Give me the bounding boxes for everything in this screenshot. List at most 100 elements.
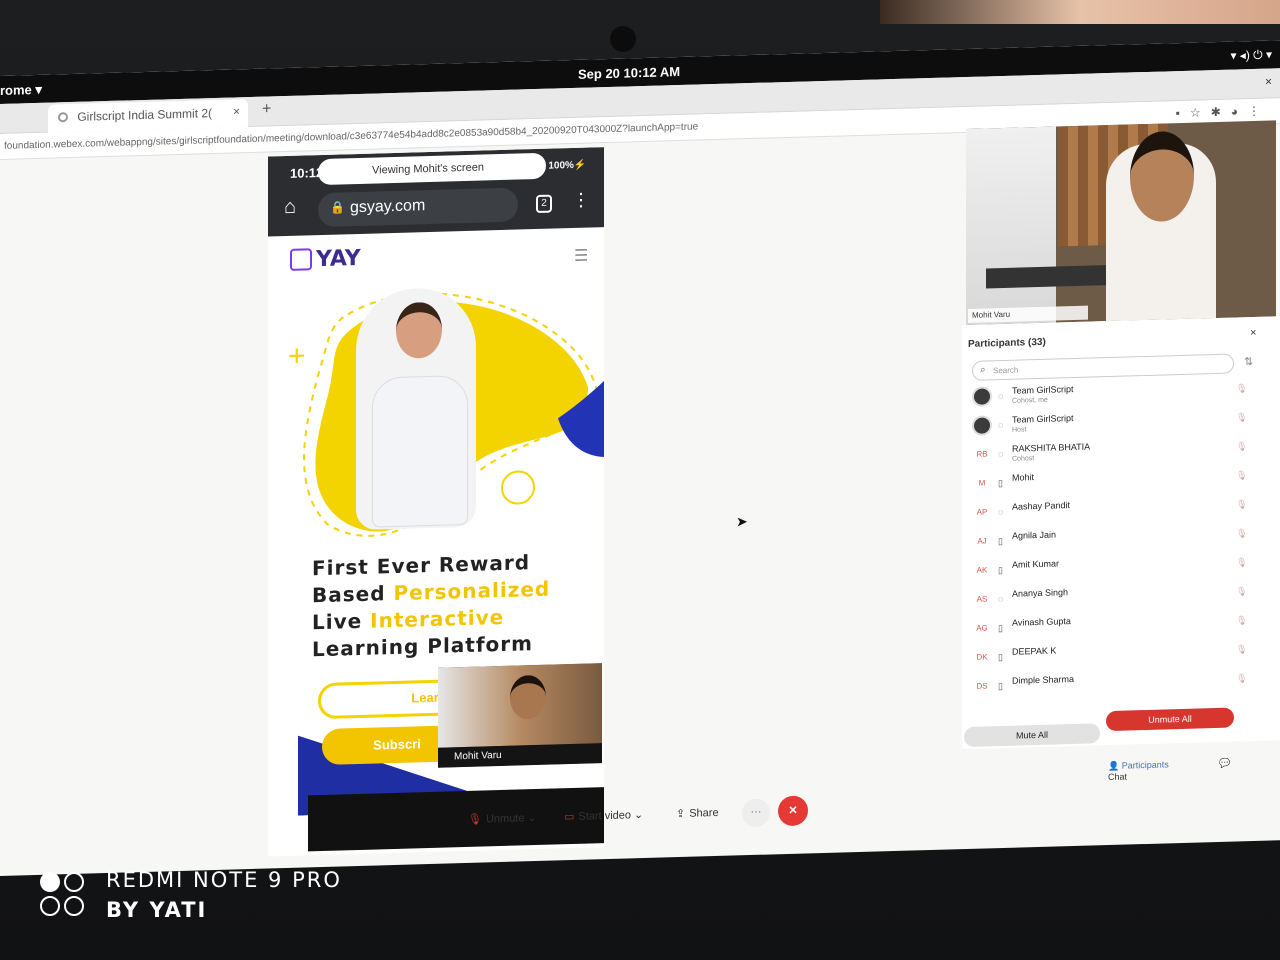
- tab-title: Girlscript India Summit 2(: [77, 106, 213, 124]
- avatar: AK: [976, 565, 988, 575]
- plus-icon: +: [288, 339, 306, 372]
- mic-muted-icon[interactable]: 🎙: [1236, 470, 1247, 481]
- start-video-button[interactable]: ▭ Start video ⌄: [564, 808, 643, 823]
- watermark-device: REDMI NOTE 9 PRO: [106, 868, 342, 892]
- avatar: DS: [976, 681, 988, 691]
- webex-favicon-icon: [58, 112, 68, 123]
- mic-muted-icon[interactable]: 🎙: [1236, 673, 1247, 684]
- yay-logo: YAY: [290, 246, 361, 273]
- profile-icon[interactable]: ◕: [1231, 104, 1248, 118]
- participant-name: Ananya Singh: [1012, 587, 1069, 599]
- browser-toolbar-icons: ▪☆✱◕⋮: [1176, 104, 1270, 121]
- viewing-banner: Viewing Mohit's screen: [318, 152, 546, 186]
- avatar: AJ: [977, 536, 987, 546]
- participant-name: Aashay Pandit: [1012, 500, 1071, 512]
- device-icon: ▯: [998, 680, 1003, 692]
- panel-tabs: 👤 Participants 💬 Chat: [1108, 756, 1280, 782]
- video-off-icon: ▭: [564, 810, 575, 824]
- avatar: [972, 415, 992, 436]
- participants-panel: Participants (33) × ⌕ Search ⇅ ◌ Team Gir…: [962, 316, 1280, 750]
- mic-muted-icon[interactable]: 🎙: [1236, 644, 1247, 655]
- unmute-all-button[interactable]: Unmute All: [1106, 707, 1234, 732]
- participant-name: DEEPAK K: [1012, 645, 1057, 657]
- mouse-cursor-icon: ➤: [736, 513, 748, 530]
- avatar: AG: [976, 623, 988, 633]
- mic-muted-icon[interactable]: 🎙: [1236, 557, 1247, 568]
- mic-muted-icon[interactable]: 🎙: [1236, 412, 1247, 423]
- ring: [501, 470, 535, 505]
- camera-logo-icon: [40, 872, 88, 918]
- window-close-button[interactable]: ×: [1265, 74, 1272, 88]
- share-button[interactable]: ⇪ Share: [676, 806, 719, 820]
- mic-muted-icon[interactable]: 🎙: [1236, 586, 1247, 597]
- avatar: AP: [976, 507, 988, 517]
- mic-muted-icon[interactable]: 🎙: [1236, 383, 1247, 394]
- participant-name: Team GirlScript: [1012, 413, 1074, 425]
- system-clock[interactable]: Sep 20 10:12 AM: [578, 64, 680, 82]
- device-icon: ◌: [998, 419, 1004, 431]
- device-icon: ▯: [998, 651, 1003, 663]
- avatar: M: [978, 478, 986, 488]
- participants-title: Participants (33): [968, 336, 1046, 350]
- lock-icon: 🔒: [330, 200, 345, 215]
- participant-name: Agnila Jain: [1012, 529, 1057, 541]
- participant-search-input[interactable]: ⌕ Search: [972, 353, 1234, 381]
- bookmark-star-icon[interactable]: ☆: [1190, 105, 1211, 120]
- cast-icon[interactable]: ▪: [1176, 106, 1190, 120]
- monitor-screen: rome ▾ Sep 20 10:12 AM ▾ ◂) ⏻ ▾ Girlscri…: [0, 40, 1280, 877]
- more-options-button[interactable]: ···: [742, 798, 770, 828]
- participant-role: Cohost, me: [1012, 396, 1048, 405]
- self-view-video[interactable]: Mohit Varu: [438, 663, 602, 768]
- search-icon: ⌕: [980, 364, 986, 376]
- phone-menu-icon: ⋮: [572, 189, 590, 211]
- active-speaker-video[interactable]: Mohit Varu: [966, 120, 1276, 326]
- participants-tab[interactable]: 👤 Participants: [1108, 759, 1193, 771]
- mute-all-button[interactable]: Mute All: [964, 723, 1100, 748]
- participant-name: Amit Kumar: [1012, 558, 1060, 570]
- avatar: RB: [976, 449, 988, 459]
- system-tray[interactable]: ▾ ◂) ⏻ ▾: [1230, 47, 1272, 63]
- logo-dot: [40, 872, 60, 892]
- video-table: [986, 265, 1106, 289]
- background-wall: [880, 0, 1280, 24]
- tab-close-icon[interactable]: ×: [233, 104, 240, 118]
- logo-dot: [64, 896, 84, 916]
- watermark-author: BY YATI: [106, 898, 208, 922]
- browser-menu-icon[interactable]: ⋮: [1248, 104, 1270, 119]
- device-icon: ▯: [998, 477, 1003, 489]
- device-icon: ▯: [998, 564, 1003, 576]
- close-panel-icon[interactable]: ×: [1250, 327, 1256, 339]
- unmute-button[interactable]: 🎙 Unmute ⌄: [468, 811, 537, 826]
- participant-name: Avinash Gupta: [1012, 616, 1071, 628]
- phone-battery: ıl 100%⚡: [540, 159, 587, 172]
- participant-role: Host: [1012, 426, 1027, 434]
- sort-icon[interactable]: ⇅: [1244, 355, 1253, 368]
- device-icon: ◌: [998, 448, 1004, 460]
- logo-dot: [40, 896, 60, 916]
- device-icon: ◌: [998, 506, 1004, 518]
- extensions-icon[interactable]: ✱: [1211, 105, 1231, 120]
- webcam: [610, 26, 636, 52]
- phone-address-box: 🔒 gsyay.com: [318, 187, 518, 228]
- avatar: [972, 386, 992, 407]
- device-icon: ▯: [998, 535, 1003, 547]
- mic-muted-icon[interactable]: 🎙: [1236, 499, 1247, 510]
- device-icon: ◌: [998, 593, 1004, 605]
- mic-muted-icon[interactable]: 🎙: [1236, 615, 1247, 626]
- participant-name: Mohit: [1012, 472, 1035, 483]
- hero-person-coat: [372, 374, 468, 528]
- device-icon: ◌: [998, 390, 1004, 402]
- activities-menu[interactable]: rome ▾: [0, 82, 42, 99]
- new-tab-button[interactable]: +: [262, 100, 271, 118]
- end-meeting-button[interactable]: ✕: [778, 795, 808, 827]
- mic-muted-icon[interactable]: 🎙: [1236, 441, 1247, 452]
- hero-headline: First Ever Reward Based Personalized Liv…: [312, 550, 551, 662]
- active-speaker-name: Mohit Varu: [968, 305, 1088, 323]
- avatar: AS: [976, 594, 988, 604]
- mic-muted-icon[interactable]: 🎙: [1236, 528, 1247, 539]
- participant-role: Cohost: [1012, 455, 1035, 463]
- participant-name: Team GirlScript: [1012, 384, 1074, 396]
- participant-name: Dimple Sharma: [1012, 673, 1075, 686]
- avatar: DK: [976, 652, 988, 662]
- mic-muted-icon: 🎙: [468, 813, 482, 826]
